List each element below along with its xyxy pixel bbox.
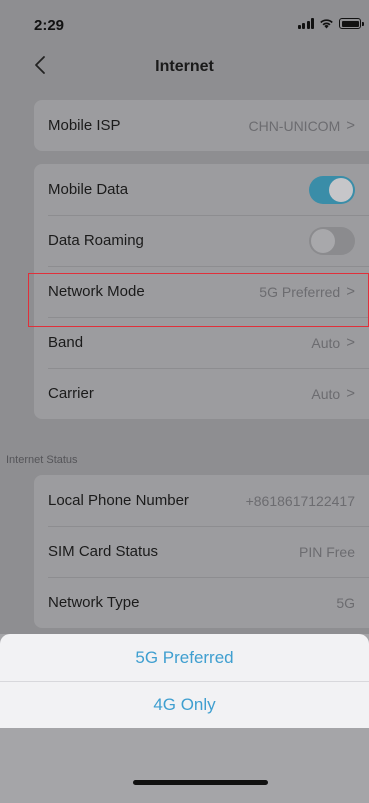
row-label: Carrier	[48, 385, 94, 402]
action-sheet-options: 5G Preferred 4G Only	[0, 634, 369, 728]
network-mode-action-sheet: 5G Preferred 4G Only	[0, 634, 369, 803]
row-value: PIN Free	[298, 543, 355, 560]
option-5g-preferred[interactable]: 5G Preferred	[0, 634, 369, 681]
chevron-right-icon: >	[346, 283, 355, 300]
connection-group: Mobile Data Data Roaming Network Mode 5G…	[34, 164, 369, 419]
row-local-phone-number: Local Phone Number +8618617122417	[34, 475, 369, 526]
home-indicator[interactable]	[133, 780, 268, 785]
signal-icon	[297, 18, 314, 29]
data-roaming-toggle[interactable]	[309, 226, 355, 255]
chevron-right-icon: >	[346, 385, 355, 402]
row-network-mode[interactable]: Network Mode 5G Preferred >	[34, 266, 369, 317]
row-label: Mobile Data	[48, 181, 129, 198]
row-band[interactable]: Band Auto >	[34, 317, 369, 368]
row-value: 5G Preferred	[259, 283, 341, 300]
screen: 2:29 Internet Mobile ISP CHN-UNICOM > Mo…	[0, 0, 369, 803]
row-network-type: Network Type 5G	[34, 577, 369, 628]
row-data-roaming: Data Roaming	[34, 215, 369, 266]
row-label: SIM Card Status	[48, 543, 159, 560]
row-label: Data Roaming	[48, 232, 144, 249]
row-carrier[interactable]: Carrier Auto >	[34, 368, 369, 419]
nav-bar: Internet	[0, 44, 369, 86]
status-time: 2:29	[34, 17, 65, 34]
chevron-right-icon: >	[346, 334, 355, 351]
isp-group: Mobile ISP CHN-UNICOM >	[34, 100, 369, 151]
status-bar: 2:29	[0, 0, 369, 44]
chevron-right-icon: >	[346, 117, 355, 134]
row-value: Auto	[311, 334, 341, 351]
row-sim-card-status: SIM Card Status PIN Free	[34, 526, 369, 577]
row-label: Band	[48, 334, 84, 351]
row-label: Mobile ISP	[48, 117, 121, 134]
option-4g-only[interactable]: 4G Only	[0, 681, 369, 728]
row-mobile-data: Mobile Data	[34, 164, 369, 215]
row-value: CHN-UNICOM	[248, 117, 341, 134]
row-mobile-isp[interactable]: Mobile ISP CHN-UNICOM >	[34, 100, 369, 151]
battery-icon	[339, 18, 364, 29]
row-value: +8618617122417	[245, 492, 355, 509]
section-header-internet-status: Internet Status	[6, 454, 78, 466]
row-label: Local Phone Number	[48, 492, 189, 509]
page-title: Internet	[155, 58, 214, 75]
row-label: Network Type	[48, 594, 140, 611]
row-value: 5G	[336, 594, 355, 611]
mobile-data-toggle[interactable]	[309, 175, 355, 204]
internet-status-group: Local Phone Number +8618617122417 SIM Ca…	[34, 475, 369, 628]
row-label: Network Mode	[48, 283, 145, 300]
wifi-icon	[320, 19, 333, 29]
status-icons	[297, 18, 364, 29]
row-value: Auto	[311, 385, 341, 402]
